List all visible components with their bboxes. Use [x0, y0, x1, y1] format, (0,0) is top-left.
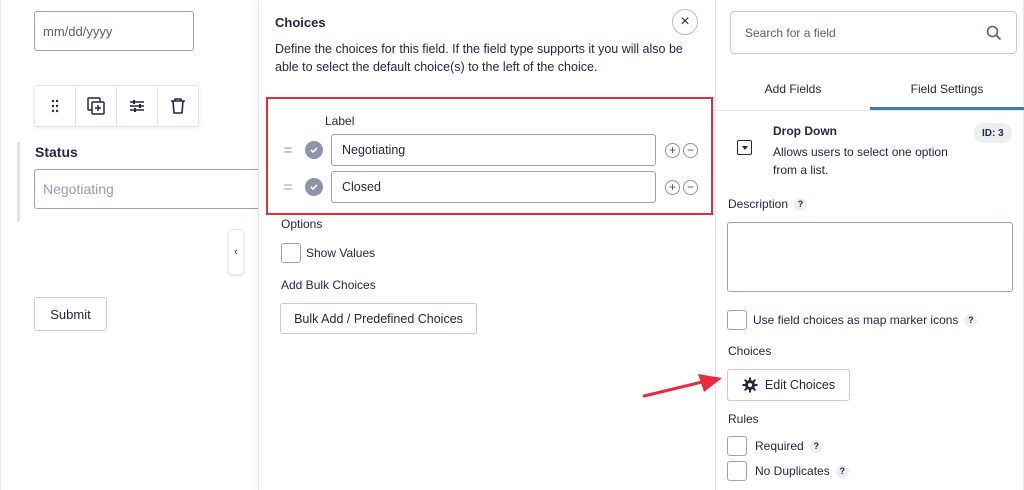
map-marker-option[interactable]: Use field choices as map marker icons ?: [727, 310, 978, 330]
choice-label-input[interactable]: Closed: [331, 171, 656, 203]
submit-button[interactable]: Submit: [34, 297, 107, 331]
options-heading: Options: [281, 217, 323, 231]
choice-row: = Closed + −: [281, 171, 701, 203]
description-label-text: Description: [728, 197, 789, 211]
drag-handle-button[interactable]: [35, 86, 76, 126]
field-type-description: Allows users to select one option from a…: [773, 145, 948, 177]
required-checkbox[interactable]: [727, 436, 747, 456]
help-icon[interactable]: ?: [964, 313, 978, 327]
selected-field-indicator: [17, 142, 20, 222]
check-icon: [310, 184, 318, 191]
field-type-name: Drop Down: [773, 124, 837, 138]
default-choice-radio[interactable]: [305, 178, 323, 196]
no-duplicates-label: No Duplicates: [755, 464, 830, 478]
trash-icon: [171, 98, 185, 114]
settings-sidebar: Search for a field Add Fields Field Sett…: [716, 0, 1024, 490]
field-id-badge: ID: 3: [974, 123, 1012, 143]
bulk-choices-heading: Add Bulk Choices: [281, 278, 376, 292]
description-label: Description ?: [728, 197, 808, 211]
choice-row: = Negotiating + −: [281, 134, 701, 166]
drag-handle-icon: [51, 99, 59, 113]
check-icon: [310, 147, 318, 154]
no-duplicates-rule[interactable]: No Duplicates ?: [727, 461, 849, 481]
show-values-option[interactable]: Show Values: [281, 243, 375, 263]
dropdown-field-icon: [737, 140, 752, 155]
annotation-arrow-icon: [642, 374, 722, 398]
description-textarea[interactable]: [727, 222, 1013, 292]
edit-choices-button[interactable]: Edit Choices: [727, 369, 850, 401]
choice-label-input[interactable]: Negotiating: [331, 134, 656, 166]
date-placeholder: mm/dd/yyyy: [43, 23, 113, 39]
choice-label-value: Negotiating: [342, 143, 406, 157]
delete-field-button[interactable]: [158, 86, 198, 126]
edit-choices-label: Edit Choices: [764, 378, 836, 392]
form-canvas: mm/dd/yyyy Status Negotiating Submit: [0, 0, 274, 490]
search-placeholder: Search for a field: [745, 25, 836, 40]
flyout-description: Define the choices for this field. If th…: [275, 42, 683, 74]
help-icon[interactable]: ?: [835, 464, 849, 478]
show-values-label: Show Values: [306, 246, 376, 260]
map-marker-label: Use field choices as map marker icons: [753, 313, 959, 327]
duplicate-icon: [87, 97, 105, 115]
add-choice-button[interactable]: +: [665, 142, 680, 158]
required-rule[interactable]: Required ?: [727, 436, 823, 456]
date-input[interactable]: mm/dd/yyyy: [34, 11, 194, 51]
close-flyout-button[interactable]: ×: [672, 9, 698, 35]
drag-handle-icon[interactable]: =: [281, 179, 295, 196]
status-dropdown-value: Negotiating: [43, 181, 114, 197]
flyout-title: Choices: [275, 15, 326, 30]
tab-field-settings[interactable]: Field Settings: [870, 71, 1024, 110]
search-icon: [986, 25, 1002, 40]
remove-choice-button[interactable]: −: [683, 142, 698, 158]
field-settings-button[interactable]: [117, 86, 158, 126]
status-field-label: Status: [35, 144, 78, 160]
choice-label-value: Closed: [342, 180, 381, 194]
choices-flyout: Choices × Define the choices for this fi…: [258, 0, 716, 490]
settings-sliders-icon: [130, 100, 144, 112]
label-column-header: Label: [325, 114, 355, 128]
field-search-input[interactable]: Search for a field: [730, 11, 1017, 54]
bulk-add-button[interactable]: Bulk Add / Predefined Choices: [280, 303, 477, 334]
status-dropdown[interactable]: Negotiating: [34, 169, 274, 209]
map-marker-checkbox[interactable]: [727, 310, 747, 330]
add-choice-button[interactable]: +: [665, 179, 680, 195]
gear-icon: [742, 377, 758, 393]
tab-add-fields[interactable]: Add Fields: [716, 71, 870, 110]
duplicate-field-button[interactable]: [76, 86, 117, 126]
chevron-left-icon: ‹: [234, 246, 238, 258]
show-values-checkbox[interactable]: [281, 243, 301, 263]
rules-heading: Rules: [728, 412, 759, 426]
field-toolbar: [34, 85, 199, 127]
collapse-flyout-button[interactable]: ‹: [228, 229, 244, 275]
sidebar-tabs: Add Fields Field Settings: [716, 71, 1024, 111]
remove-choice-button[interactable]: −: [683, 179, 698, 195]
drag-handle-icon[interactable]: =: [281, 142, 295, 159]
close-icon: ×: [680, 13, 690, 30]
help-icon[interactable]: ?: [794, 197, 808, 211]
no-duplicates-checkbox[interactable]: [727, 461, 747, 481]
required-label: Required: [755, 439, 804, 453]
help-icon[interactable]: ?: [809, 439, 823, 453]
default-choice-radio[interactable]: [305, 141, 323, 159]
choices-heading: Choices: [728, 344, 772, 358]
